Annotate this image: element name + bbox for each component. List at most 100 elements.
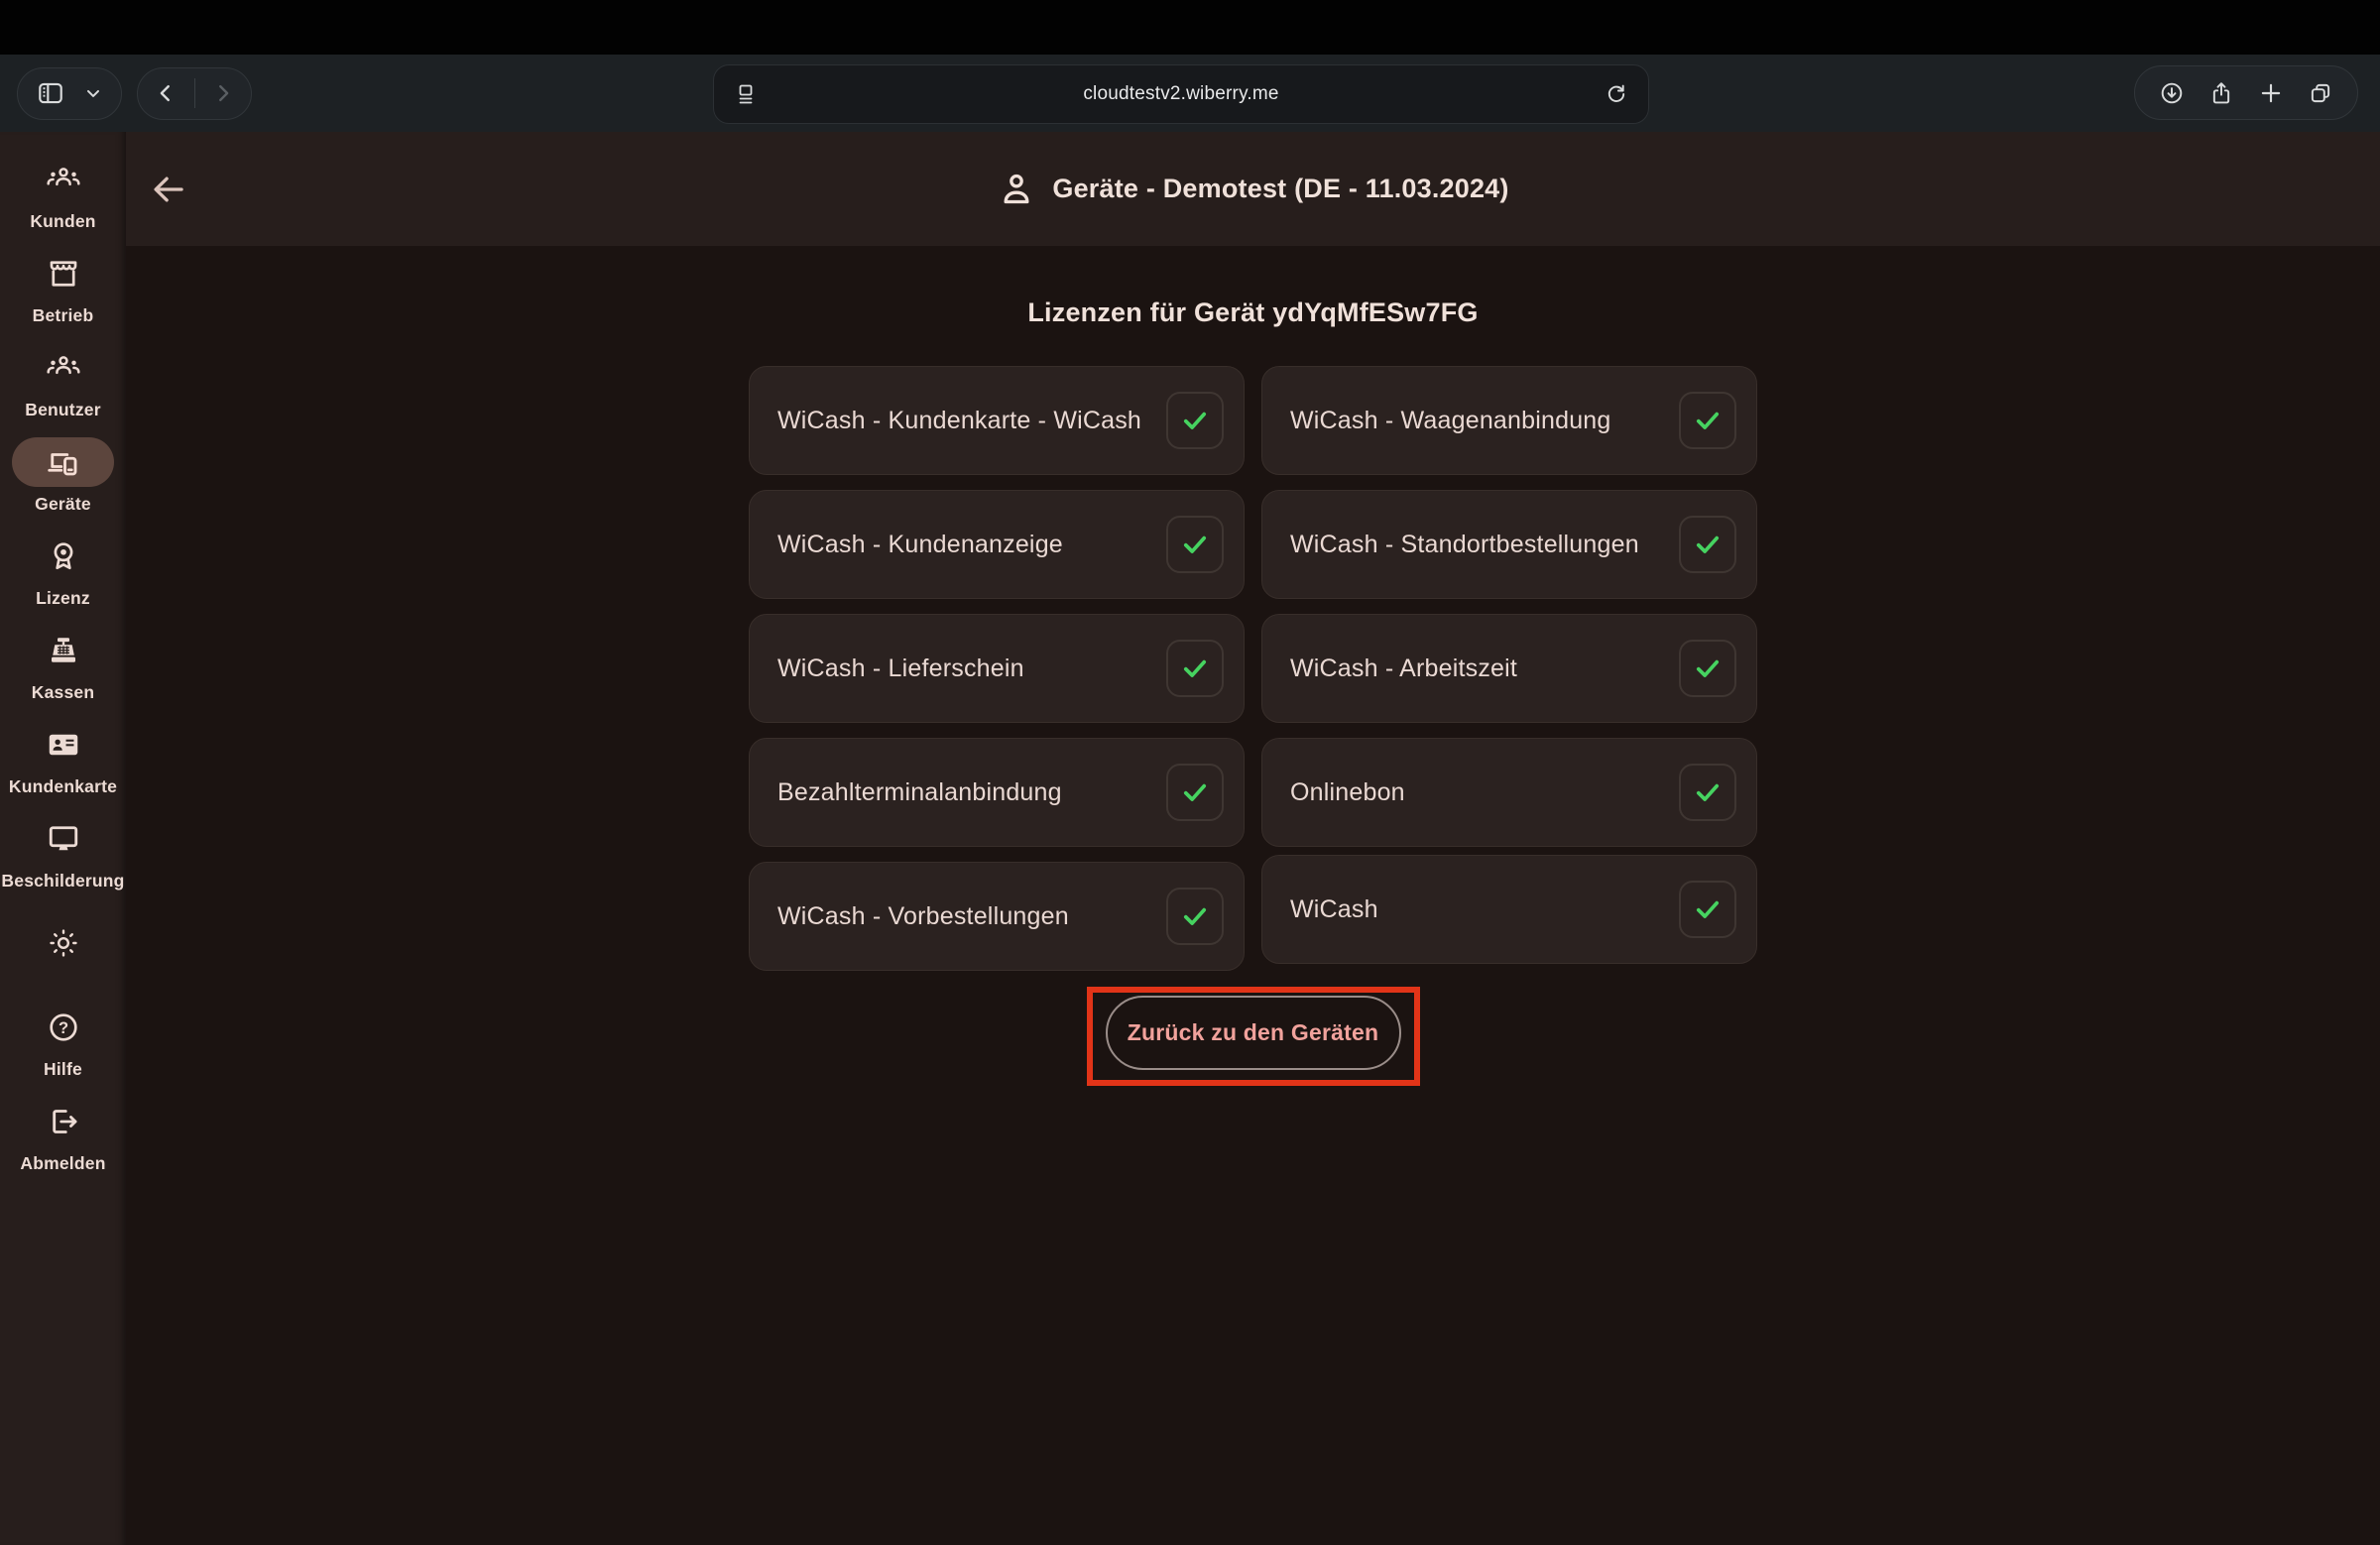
downloads-button[interactable] xyxy=(2159,80,2185,106)
person-icon xyxy=(997,170,1036,209)
license-card: WiCash xyxy=(1261,855,1757,964)
checkmark-icon xyxy=(1178,404,1212,437)
license-label: Onlinebon xyxy=(1290,778,1405,807)
license-card: WiCash - Standortbestellungen xyxy=(1261,490,1757,599)
share-icon xyxy=(2208,80,2234,106)
reload-button[interactable] xyxy=(1585,82,1648,106)
license-checkbox[interactable] xyxy=(1679,516,1736,573)
address-bar[interactable]: cloudtestv2.wiberry.me xyxy=(713,64,1649,124)
checkmark-icon xyxy=(1691,652,1725,685)
checkmark-icon xyxy=(1691,892,1725,926)
people-icon xyxy=(46,350,81,386)
forward-button[interactable] xyxy=(212,68,234,119)
license-label: WiCash xyxy=(1290,895,1378,924)
license-checkbox[interactable] xyxy=(1679,640,1736,697)
page-title: Geräte - Demotest (DE - 11.03.2024) xyxy=(997,170,1508,209)
sidebar-item-kassen[interactable]: Kassen xyxy=(0,617,126,711)
sidebar-item-label: Beschilderung xyxy=(1,871,124,891)
help-circle-icon: ? xyxy=(46,1010,81,1045)
sidebar-item-label: Kassen xyxy=(32,682,94,703)
sidebar-panel-icon xyxy=(36,78,65,108)
chevron-down-icon xyxy=(83,83,103,103)
back-button[interactable] xyxy=(155,68,177,119)
license-card: WiCash - Vorbestellungen xyxy=(749,862,1245,971)
arrow-left-icon xyxy=(147,169,188,210)
license-label: WiCash - Vorbestellungen xyxy=(777,902,1069,931)
sidebar-item-beschilderung[interactable]: Beschilderung xyxy=(0,805,126,899)
license-label: WiCash - Arbeitszeit xyxy=(1290,654,1517,683)
browser-toolbar: cloudtestv2.wiberry.me xyxy=(0,55,2380,132)
sidebar-item-kundenkarte[interactable]: Kundenkarte xyxy=(0,711,126,805)
license-card: WiCash - Kundenkarte - WiCash xyxy=(749,366,1245,475)
sidebar-item-label: Kunden xyxy=(30,211,95,232)
checkmark-icon xyxy=(1178,652,1212,685)
main-area: Geräte - Demotest (DE - 11.03.2024) Lize… xyxy=(126,132,2380,1545)
toolbar-actions-group xyxy=(2134,65,2358,120)
sidebar-item-hilfe[interactable]: ? Hilfe xyxy=(0,994,126,1088)
header-back-button[interactable] xyxy=(144,166,191,213)
sidebar-dropdown-button[interactable] xyxy=(83,68,103,119)
application-window: cloudtestv2.wiberry.me xyxy=(0,0,2380,1545)
share-button[interactable] xyxy=(2208,80,2234,106)
display-icon xyxy=(46,821,81,857)
new-tab-button[interactable] xyxy=(2258,80,2284,106)
page-header: Geräte - Demotest (DE - 11.03.2024) xyxy=(126,132,2380,246)
checkmark-icon xyxy=(1178,899,1212,933)
sidebar-toggle-group xyxy=(17,67,122,120)
sidebar-item-lizenz[interactable]: Lizenz xyxy=(0,523,126,617)
license-card: WiCash - Waagenanbindung xyxy=(1261,366,1757,475)
license-checkbox[interactable] xyxy=(1166,516,1224,573)
page-format-icon xyxy=(734,82,758,106)
sidebar-item-label: Hilfe xyxy=(44,1059,82,1080)
back-to-devices-button[interactable]: Zurück zu den Geräten xyxy=(1106,996,1401,1070)
reader-button[interactable] xyxy=(714,82,777,106)
cash-register-icon xyxy=(46,633,81,668)
tab-overview-button[interactable] xyxy=(2308,80,2333,106)
sidebar-item-betrieb[interactable]: Betrieb xyxy=(0,240,126,334)
sidebar-item-benutzer[interactable]: Benutzer xyxy=(0,334,126,428)
license-card: WiCash - Arbeitszeit xyxy=(1261,614,1757,723)
svg-text:?: ? xyxy=(58,1019,67,1037)
downloads-icon xyxy=(2159,80,2185,106)
sidebar-item-label: Betrieb xyxy=(33,305,94,326)
sidebar-toggle-button[interactable] xyxy=(36,68,65,119)
tab-overview-icon xyxy=(2308,80,2333,106)
license-label: WiCash - Kundenanzeige xyxy=(777,531,1063,559)
reload-icon xyxy=(1605,82,1628,106)
nav-divider xyxy=(194,78,195,108)
license-checkbox[interactable] xyxy=(1166,888,1224,945)
license-card: Bezahlterminalanbindung xyxy=(749,738,1245,847)
license-card: Onlinebon xyxy=(1261,738,1757,847)
license-label: WiCash - Lieferschein xyxy=(777,654,1024,683)
license-label: Bezahlterminalanbindung xyxy=(777,778,1062,807)
sidebar-item-abmelden[interactable]: Abmelden xyxy=(0,1088,126,1182)
license-label: WiCash - Standortbestellungen xyxy=(1290,531,1639,559)
url-text[interactable]: cloudtestv2.wiberry.me xyxy=(777,83,1585,105)
sidebar-item-geraete[interactable]: Geräte xyxy=(0,428,126,523)
license-checkbox[interactable] xyxy=(1679,392,1736,449)
checkmark-icon xyxy=(1178,528,1212,561)
sidebar-item-label: Lizenz xyxy=(36,588,90,609)
sidebar-item-theme-toggle[interactable] xyxy=(0,899,126,994)
plus-icon xyxy=(2258,80,2284,106)
checkmark-icon xyxy=(1691,775,1725,809)
people-icon xyxy=(46,162,81,197)
menu-bar xyxy=(0,0,2380,55)
license-checkbox[interactable] xyxy=(1679,764,1736,821)
license-checkbox[interactable] xyxy=(1166,640,1224,697)
license-checkbox[interactable] xyxy=(1166,764,1224,821)
license-label: WiCash - Waagenanbindung xyxy=(1290,407,1611,435)
sidebar-item-label: Benutzer xyxy=(25,400,100,420)
checkmark-icon xyxy=(1178,775,1212,809)
license-checkbox[interactable] xyxy=(1679,881,1736,938)
checkmark-icon xyxy=(1691,404,1725,437)
sidebar-item-label: Abmelden xyxy=(20,1153,105,1174)
chevron-right-icon xyxy=(212,82,234,104)
license-card: WiCash - Lieferschein xyxy=(749,614,1245,723)
logout-icon xyxy=(46,1104,81,1139)
history-nav-group xyxy=(137,67,252,120)
licenses-heading: Lizenzen für Gerät ydYqMfESw7FG xyxy=(1027,297,1478,328)
license-card: WiCash - Kundenanzeige xyxy=(749,490,1245,599)
sidebar-item-kunden[interactable]: Kunden xyxy=(0,146,126,240)
license-checkbox[interactable] xyxy=(1166,392,1224,449)
